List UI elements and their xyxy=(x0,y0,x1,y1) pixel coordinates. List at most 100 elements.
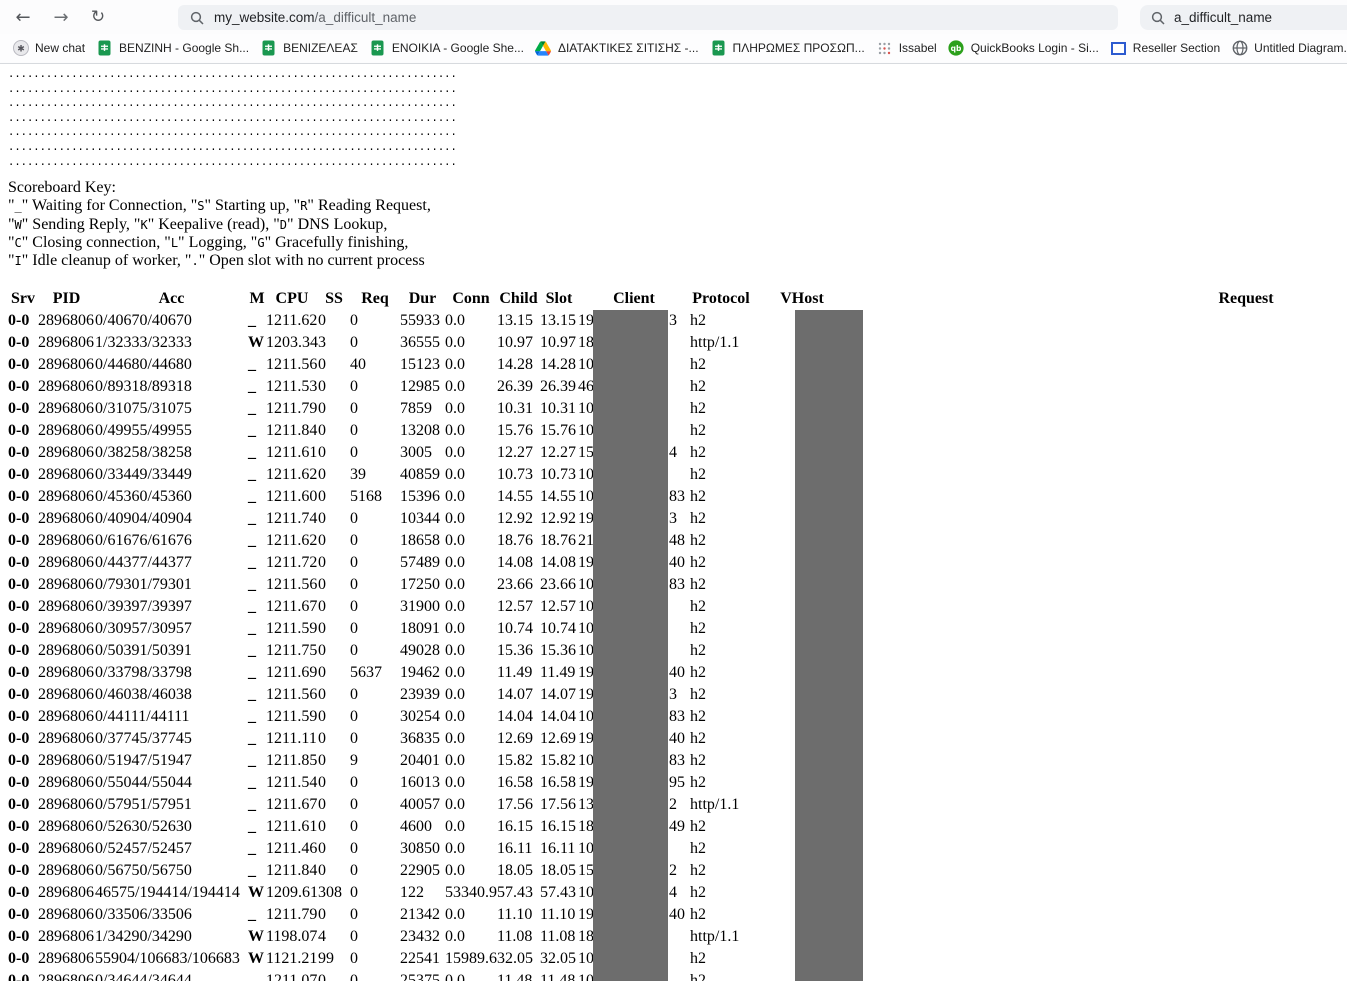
bookmark-label: ΠΛΗΡΩΜΕΣ ΠΡΟΣΩΠ... xyxy=(733,41,865,55)
cell-acc: 0/57951/57951 xyxy=(95,794,192,815)
cell-dur: 12985 xyxy=(400,376,440,397)
cell-conn: 0.0 xyxy=(445,508,465,529)
cell-conn: 0.0 xyxy=(445,794,465,815)
cell-protocol: h2 xyxy=(690,508,706,529)
cell-slot: 11.10 xyxy=(540,904,575,925)
cell-mode: _ xyxy=(248,376,256,397)
cell-conn: 0.0 xyxy=(445,618,465,639)
cell-pid: 2896806 xyxy=(38,882,94,903)
bookmark-item[interactable]: qbQuickBooks Login - Si... xyxy=(948,40,1099,57)
cell-req: 0 xyxy=(350,332,358,353)
cell-req: 0 xyxy=(350,574,358,595)
cell-ss: 0 xyxy=(318,706,326,727)
cell-req: 0 xyxy=(350,376,358,397)
cell-acc: 0/38258/38258 xyxy=(95,442,192,463)
cell-child: 15.82 xyxy=(497,750,533,771)
cell-slot: 13.15 xyxy=(540,310,576,331)
cell-mode: _ xyxy=(248,772,256,793)
refresh-button[interactable]: ↻ xyxy=(84,3,112,31)
cell-ss: 0 xyxy=(318,310,326,331)
column-header-cpu: CPU xyxy=(266,288,318,309)
bookmark-item[interactable]: ΒΕΝΙΖΕΛΕΑΣ xyxy=(260,40,358,57)
scoreboard-key-line: "C" Closing connection, "L" Logging, "G"… xyxy=(8,234,1347,252)
cell-child: 14.28 xyxy=(497,354,533,375)
cell-mode: _ xyxy=(248,750,256,771)
cell-acc: 0/40670/40670 xyxy=(95,310,192,331)
url-bar[interactable]: my_website.com/a_difficult_name xyxy=(178,5,1118,30)
cell-pid: 2896806 xyxy=(38,948,94,969)
cell-dur: 17250 xyxy=(400,574,440,595)
bookmark-item[interactable]: Issabel xyxy=(876,40,937,57)
cell-child: 14.07 xyxy=(497,684,533,705)
cell-protocol: h2 xyxy=(690,596,706,617)
bookmark-item[interactable]: Untitled Diagram.draw... xyxy=(1231,40,1347,57)
cell-acc: 0/31075/31075 xyxy=(95,398,192,419)
cell-mode: _ xyxy=(248,574,256,595)
bookmark-item[interactable]: ✱New chat xyxy=(12,40,85,57)
bookmark-item[interactable]: ΠΛΗΡΩΜΕΣ ΠΡΟΣΩΠ... xyxy=(710,40,865,57)
cell-conn: 0.0 xyxy=(445,530,465,551)
scoreboard-key-line: "_" Waiting for Connection, "S" Starting… xyxy=(8,197,1347,215)
cell-mode: _ xyxy=(248,838,256,859)
cell-acc: 0/30957/30957 xyxy=(95,618,192,639)
cell-protocol: h2 xyxy=(690,420,706,441)
cell-child: 14.04 xyxy=(497,706,533,727)
cell-cpu: 1211.79 xyxy=(266,398,317,419)
cell-child: 16.11 xyxy=(497,838,532,859)
cell-cpu: 1211.60 xyxy=(266,486,317,507)
cell-client-prefix: 13 xyxy=(578,794,594,815)
cell-cpu: 1209.61 xyxy=(266,882,318,903)
cell-pid: 2896806 xyxy=(38,926,94,947)
cell-pid: 2896806 xyxy=(38,574,94,595)
cell-acc: 46575/194414/194414 xyxy=(95,882,240,903)
cell-srv: 0-0 xyxy=(8,508,29,529)
cell-srv: 0-0 xyxy=(8,464,29,485)
cell-protocol: h2 xyxy=(690,662,706,683)
column-header-slot: Slot xyxy=(540,288,578,309)
cell-protocol: h2 xyxy=(690,574,706,595)
cell-pid: 2896806 xyxy=(38,398,94,419)
cell-cpu: 1203.34 xyxy=(266,332,318,353)
redaction-overlay-vhost xyxy=(795,310,863,981)
cell-pid: 2896806 xyxy=(38,552,94,573)
bookmark-item[interactable]: Reseller Section xyxy=(1110,40,1220,57)
cell-cpu: 1211.59 xyxy=(266,618,317,639)
bookmark-item[interactable]: ΔΙΑΤΑΚΤΙΚΕΣ ΣΙΤΙΣΗΣ -... xyxy=(535,40,699,57)
cell-acc: 0/56750/56750 xyxy=(95,860,192,881)
cell-client-prefix: 19 xyxy=(578,772,594,793)
bookmark-item[interactable]: BENZINH - Google Sh... xyxy=(96,40,249,57)
cell-slot: 26.39 xyxy=(540,376,576,397)
cell-req: 0 xyxy=(350,310,358,331)
cell-protocol: h2 xyxy=(690,376,706,397)
cell-acc: 0/44680/44680 xyxy=(95,354,192,375)
cell-cpu: 1211.67 xyxy=(266,794,317,815)
cell-protocol: h2 xyxy=(690,904,706,925)
back-button[interactable]: ← xyxy=(9,3,37,31)
cell-protocol: h2 xyxy=(690,948,706,969)
cell-protocol: h2 xyxy=(690,860,706,881)
cell-srv: 0-0 xyxy=(8,442,29,463)
table-row: 0-028968060/89318/89318_1211.5300129850.… xyxy=(0,376,1347,398)
cell-child: 12.57 xyxy=(497,596,533,617)
cell-req: 40 xyxy=(350,354,366,375)
bookmark-item[interactable]: ENOIKIA - Google She... xyxy=(369,40,524,57)
cell-ss: 0 xyxy=(318,530,326,551)
table-row: 0-028968060/31075/31075_1211.790078590.0… xyxy=(0,398,1347,420)
cell-dur: 21342 xyxy=(400,904,440,925)
cell-conn: 0.0 xyxy=(445,904,465,925)
cell-req: 0 xyxy=(350,728,358,749)
sheets-icon xyxy=(260,40,277,57)
cell-protocol: h2 xyxy=(690,464,706,485)
table-row: 0-028968060/51947/51947_1211.8509204010.… xyxy=(0,750,1347,772)
cell-mode: _ xyxy=(248,530,256,551)
cell-slot: 14.07 xyxy=(540,684,576,705)
forward-button[interactable]: → xyxy=(47,3,75,31)
url-path: /a_difficult_name xyxy=(315,10,417,25)
search-box[interactable]: a_difficult_name xyxy=(1140,5,1347,30)
bookmark-label: New chat xyxy=(35,41,85,55)
cell-cpu: 1211.84 xyxy=(266,420,317,441)
bookmark-label: ENOIKIA - Google She... xyxy=(392,41,524,55)
cell-dur: 13208 xyxy=(400,420,440,441)
cell-srv: 0-0 xyxy=(8,706,29,727)
cell-srv: 0-0 xyxy=(8,310,29,331)
